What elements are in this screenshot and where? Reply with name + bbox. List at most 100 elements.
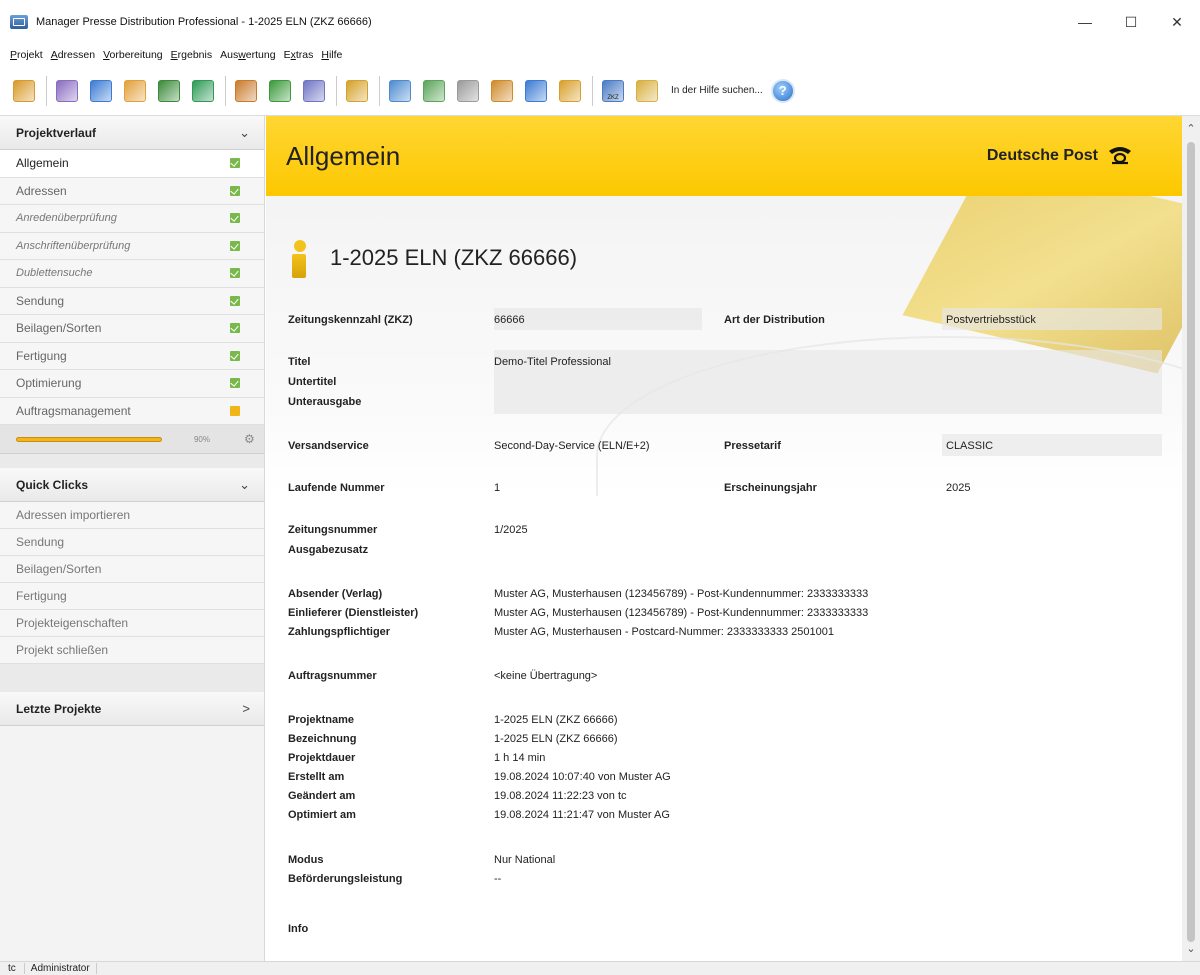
menu-item-6[interactable]: Hilfe xyxy=(317,49,346,61)
toolbar-icon-14 xyxy=(525,79,547,102)
field-value-optimiert: 19.08.2024 11:21:47 von Muster AG xyxy=(494,809,670,821)
sidebar-item-label: Anschriftenüberprüfung xyxy=(16,239,131,252)
quick-click-item[interactable]: Projekteigenschaften xyxy=(0,610,264,637)
title-bar: Manager Presse Distribution Professional… xyxy=(0,0,1200,44)
sidebar-item-6[interactable]: Beilagen/Sorten xyxy=(0,315,264,343)
field-value-projektname: 1-2025 ELN (ZKZ 66666) xyxy=(494,714,618,726)
sidebar-item-4[interactable]: Dublettensuche xyxy=(0,260,264,288)
projektverlauf-header[interactable]: Projektverlauf ⌄ xyxy=(0,116,264,150)
window-title: Manager Presse Distribution Professional… xyxy=(36,16,372,28)
sidebar-item-label: Sendung xyxy=(16,293,65,308)
progress-bar xyxy=(16,436,162,442)
menu-item-0[interactable]: Projekt xyxy=(6,49,47,61)
field-label-einlieferer: Einlieferer (Dienstleister) xyxy=(288,607,419,619)
sidebar-item-5[interactable]: Sendung xyxy=(0,287,264,315)
toolbar-button-9[interactable] xyxy=(343,77,371,105)
field-value-art: Postvertriebsstück xyxy=(946,314,1036,326)
window-controls: — ☐ ✕ xyxy=(1062,0,1200,44)
field-label-optimiert: Optimiert am xyxy=(288,809,356,821)
letzte-projekte-header[interactable]: Letzte Projekte > xyxy=(0,692,264,726)
toolbar-button-0[interactable] xyxy=(10,77,38,105)
menu-item-4[interactable]: Auswertung xyxy=(216,49,279,61)
help-icon[interactable]: ? xyxy=(770,78,795,103)
field-value-auftragsnummer: <keine Übertragung> xyxy=(494,670,598,682)
toolbar-separator xyxy=(592,75,593,106)
field-label-erstellt: Erstellt am xyxy=(288,771,345,783)
quick-clicks-header[interactable]: Quick Clicks ⌄ xyxy=(0,468,264,502)
sidebar-item-2[interactable]: Anredenüberprüfung xyxy=(0,205,264,233)
close-button[interactable]: ✕ xyxy=(1154,0,1200,44)
field-value-bezeichnung: 1-2025 ELN (ZKZ 66666) xyxy=(494,733,618,745)
menu-item-2[interactable]: Vorbereitung xyxy=(99,49,167,61)
toolbar-button-17[interactable] xyxy=(633,77,661,105)
sidebar-item-3[interactable]: Anschriftenüberprüfung xyxy=(0,232,264,260)
toolbar-button-5[interactable] xyxy=(189,77,217,105)
check-icon xyxy=(230,378,240,389)
sidebar-item-1[interactable]: Adressen xyxy=(0,177,264,205)
gear-icon[interactable]: ⚙ xyxy=(244,432,255,446)
toolbar-button-11[interactable] xyxy=(420,77,448,105)
toolbar-icon-10 xyxy=(389,79,411,102)
field-value-geaendert: 19.08.2024 11:22:23 von tc xyxy=(494,790,627,802)
maximize-button[interactable]: ☐ xyxy=(1108,0,1154,44)
menu-bar: Projekt Adressen Vorbereitung Ergebnis Auswe… xyxy=(0,44,1200,66)
field-value-befoerderung: -- xyxy=(494,873,502,885)
quick-click-item[interactable]: Fertigung xyxy=(0,583,264,610)
toolbar-button-8[interactable] xyxy=(300,77,328,105)
progress-track: 90% xyxy=(16,434,216,444)
toolbar-button-7[interactable] xyxy=(266,77,294,105)
field-value-laufende_nummer: 1 xyxy=(494,482,501,494)
chevron-right-icon[interactable]: > xyxy=(242,701,250,716)
toolbar-button-2[interactable] xyxy=(87,77,115,105)
sidebar-item-0[interactable]: Allgemein xyxy=(0,150,264,178)
scroll-thumb[interactable] xyxy=(1187,142,1195,942)
toolbar-button-13[interactable] xyxy=(488,77,516,105)
menu-item-5[interactable]: Extras xyxy=(280,49,318,61)
quick-click-item[interactable]: Sendung xyxy=(0,529,264,556)
field-label-erscheinungsjahr: Erscheinungsjahr xyxy=(724,482,817,494)
progress-text: 90% xyxy=(193,434,210,444)
sidebar-item-9[interactable]: Auftragsmanagement xyxy=(0,397,264,425)
menu-item-3[interactable]: Ergebnis xyxy=(167,49,216,61)
scroll-down-icon[interactable]: ⌄ xyxy=(1182,942,1200,955)
status-user: tc xyxy=(0,963,25,974)
help-search-link[interactable]: In der Hilfe suchen... xyxy=(671,85,763,96)
minimize-button[interactable]: — xyxy=(1062,0,1108,44)
vertical-scrollbar[interactable]: ⌃ ⌄ xyxy=(1182,116,1200,961)
field-label-info: Info xyxy=(288,923,309,935)
toolbar-button-6[interactable] xyxy=(232,77,260,105)
toolbar-button-12[interactable] xyxy=(454,77,482,105)
toolbar-button-16[interactable]: ZKZ xyxy=(599,77,627,105)
toolbar-button-15[interactable] xyxy=(556,77,584,105)
field-label-versandservice: Versandservice xyxy=(288,440,369,452)
quick-click-item[interactable]: Adressen importieren xyxy=(0,502,264,529)
toolbar-separator xyxy=(336,75,337,106)
toolbar-button-14[interactable] xyxy=(522,77,550,105)
sidebar-item-8[interactable]: Optimierung xyxy=(0,370,264,398)
page-title: Allgemein xyxy=(286,140,401,171)
post-horn-icon xyxy=(1109,147,1131,165)
menu-item-1[interactable]: Adressen xyxy=(47,49,99,61)
scroll-up-icon[interactable]: ⌃ xyxy=(1182,122,1200,135)
check-icon xyxy=(230,350,240,361)
check-icon xyxy=(230,268,240,279)
sidebar-item-label: Dublettensuche xyxy=(16,267,93,280)
field-value-zahlungspflichtiger: Muster AG, Musterhausen - Postcard-Numme… xyxy=(494,626,834,638)
toolbar-button-4[interactable] xyxy=(155,77,183,105)
check-icon xyxy=(230,158,240,169)
field-label-modus: Modus xyxy=(288,854,324,866)
check-icon xyxy=(230,240,240,251)
toolbar-button-10[interactable] xyxy=(386,77,414,105)
toolbar-button-3[interactable] xyxy=(121,77,149,105)
toolbar-icon-6 xyxy=(235,79,257,102)
chevron-down-icon[interactable]: ⌄ xyxy=(239,477,250,493)
toolbar-icon-5 xyxy=(192,79,214,102)
sidebar-item-7[interactable]: Fertigung xyxy=(0,342,264,370)
progress-row: 90% ⚙ xyxy=(0,425,264,454)
quick-click-item[interactable]: Beilagen/Sorten xyxy=(0,556,264,583)
toolbar-icon-8 xyxy=(303,79,325,102)
chevron-down-icon[interactable]: ⌄ xyxy=(239,125,250,141)
toolbar-icon-15 xyxy=(559,79,581,102)
toolbar-button-1[interactable] xyxy=(53,77,81,105)
quick-click-item[interactable]: Projekt schließen xyxy=(0,637,264,664)
